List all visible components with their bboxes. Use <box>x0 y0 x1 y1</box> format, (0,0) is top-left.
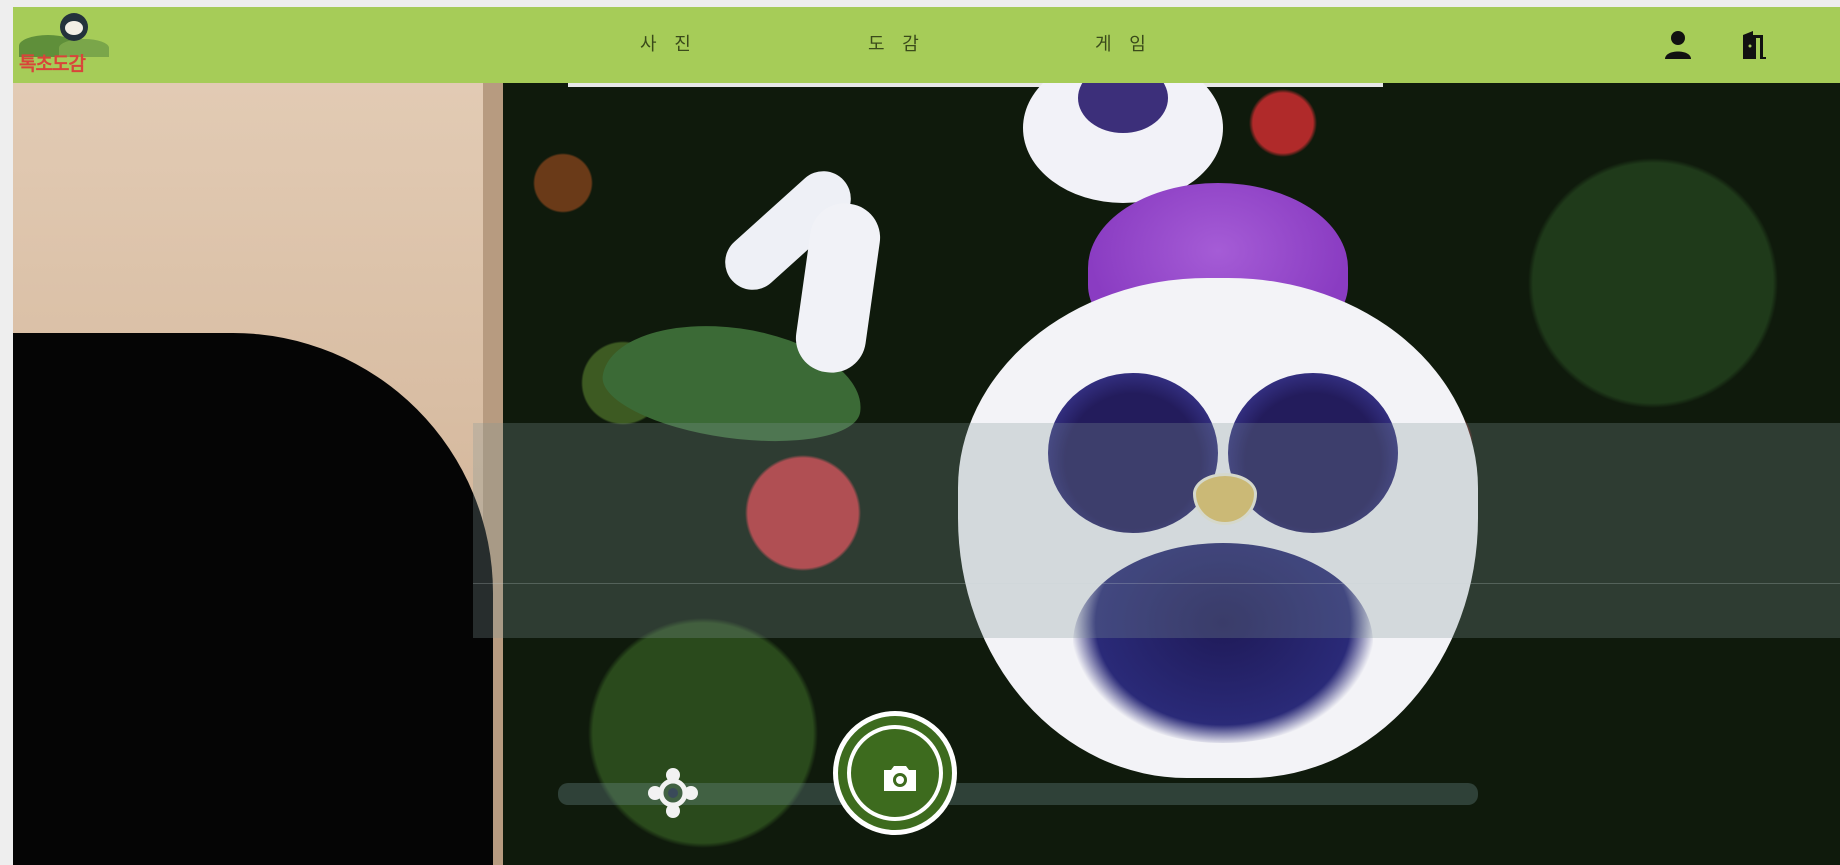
logo-mascot-icon <box>60 13 88 41</box>
camera-preview <box>13 83 1840 865</box>
lens-icon[interactable] <box>641 761 705 825</box>
user-icon[interactable] <box>1661 29 1695 63</box>
screen-reflection-band <box>473 423 1840 638</box>
nav-dictionary[interactable]: 도 감 <box>868 33 925 57</box>
logo-mascot-face <box>65 21 83 35</box>
shutter-inner-ring <box>847 725 943 821</box>
shutter-button[interactable] <box>833 711 957 835</box>
app-logo[interactable]: 톡초도감 <box>19 11 114 77</box>
scene-top-strip <box>568 83 1383 87</box>
camera-scene <box>473 83 1840 865</box>
camera-icon <box>882 764 918 792</box>
logout-door-icon[interactable] <box>1737 29 1771 63</box>
top-navbar: 톡초도감 사 진 도 감 게 임 <box>13 7 1840 83</box>
foreground-shadow <box>13 333 493 865</box>
logo-text: 톡초도감 <box>19 53 86 75</box>
screen-reflection-line <box>473 583 1840 584</box>
app-frame: 톡초도감 사 진 도 감 게 임 <box>13 7 1840 865</box>
nav-photo[interactable]: 사 진 <box>640 33 697 57</box>
nav-game[interactable]: 게 임 <box>1095 33 1152 57</box>
